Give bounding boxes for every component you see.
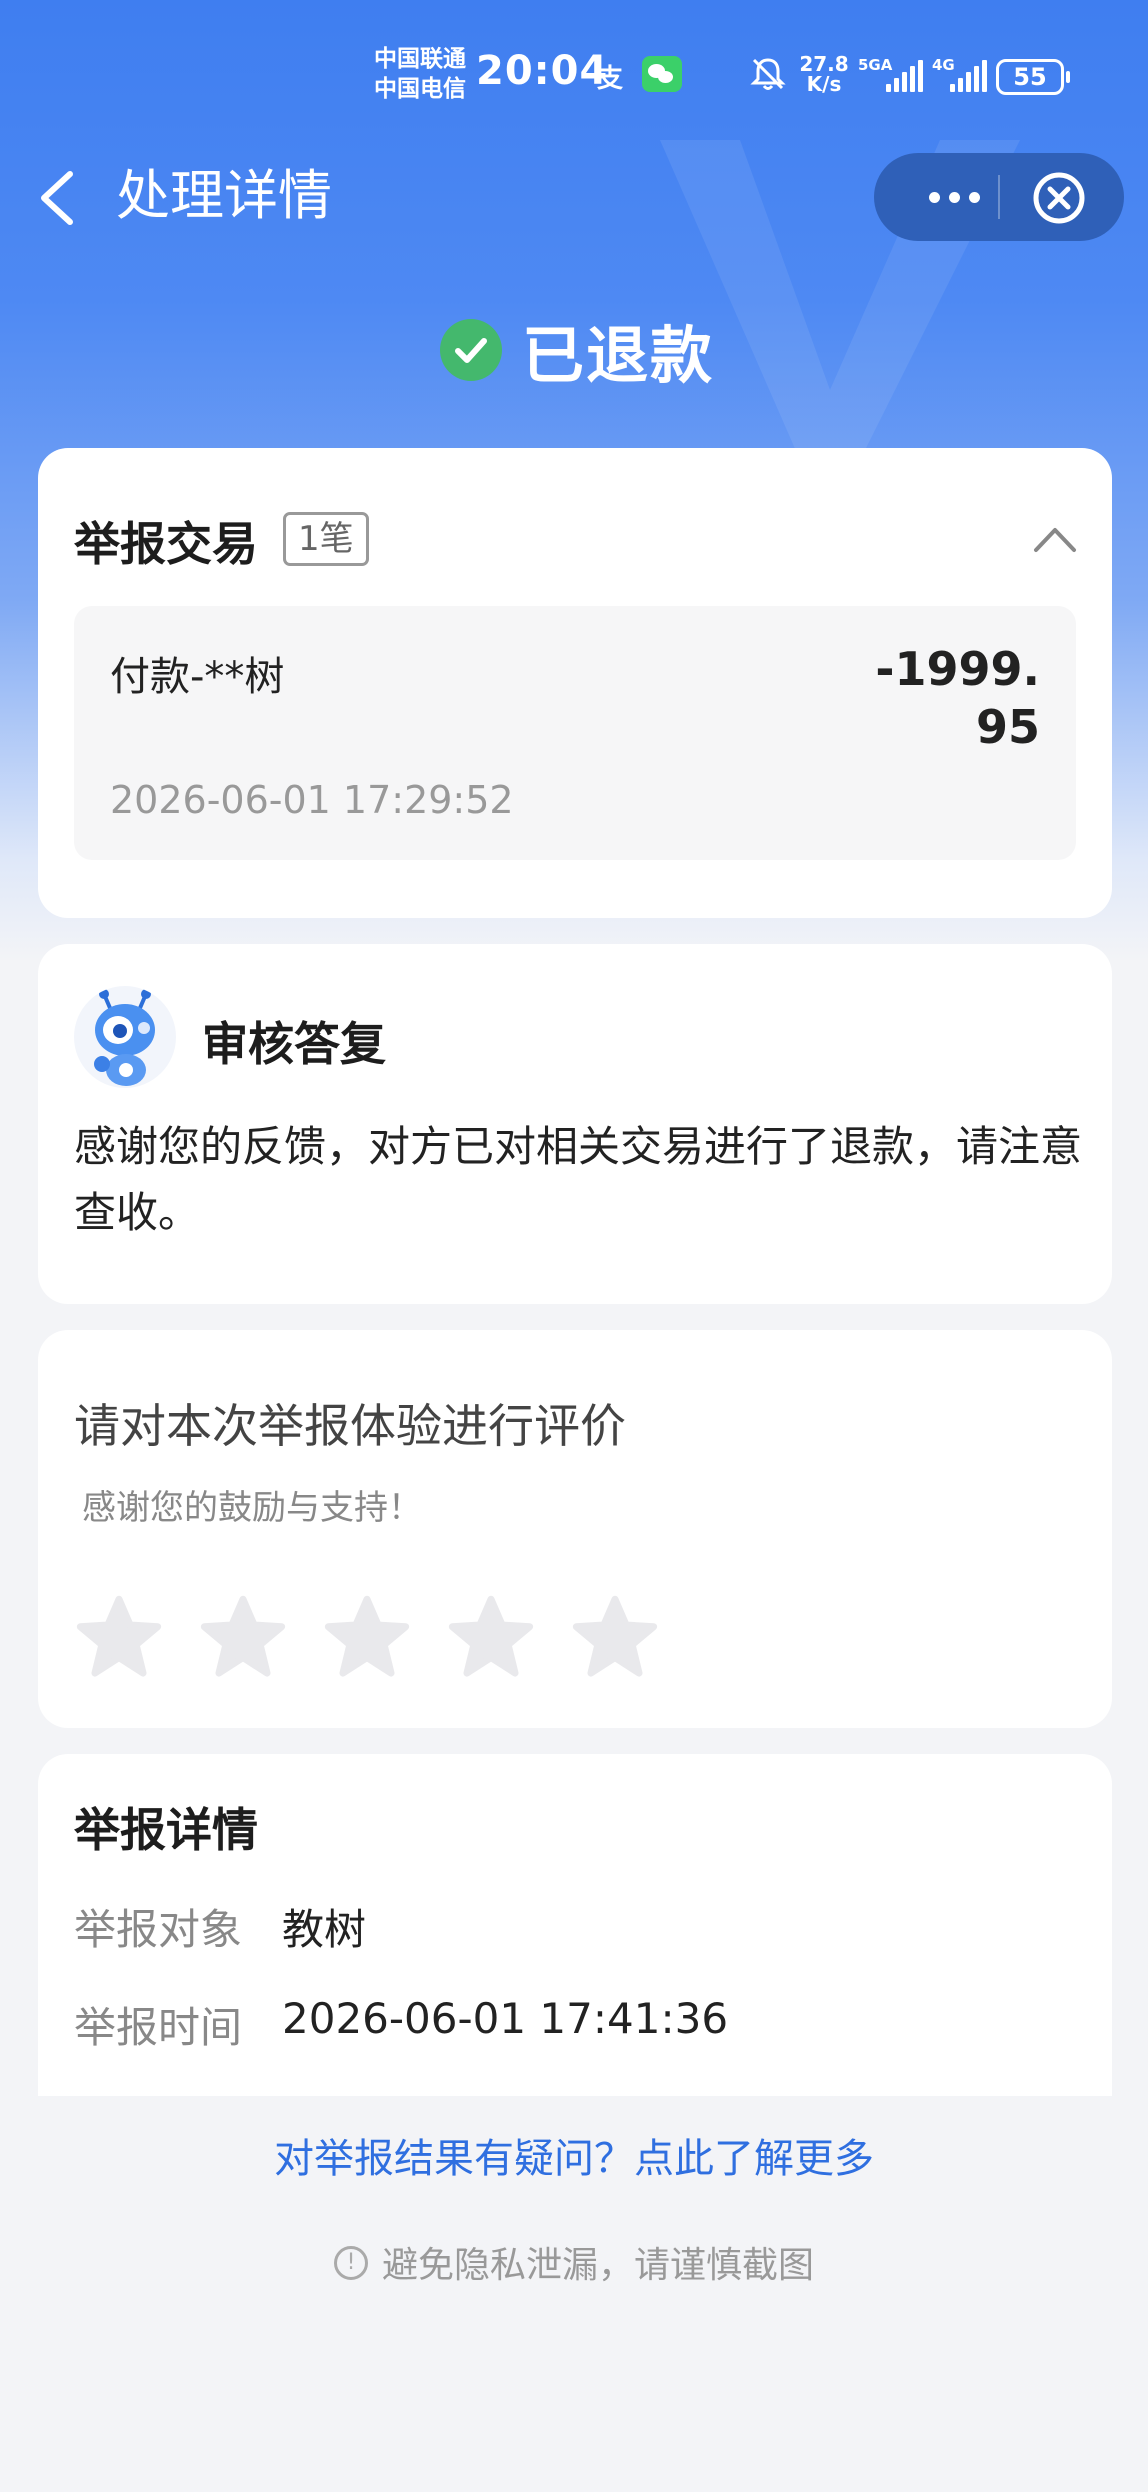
star-icon[interactable] bbox=[76, 1594, 162, 1680]
net-speed-unit: K/s bbox=[806, 72, 842, 96]
rating-subtitle: 感谢您的鼓励与支持！ bbox=[82, 1488, 422, 1528]
transaction-card: 举报交易 1笔 付款-**树 -1999.95 2026-06-01 17:29… bbox=[38, 448, 1112, 918]
footer: 对举报结果有疑问？点此了解更多 ! 避免隐私泄漏，请谨慎截图 bbox=[0, 2096, 1148, 2492]
transaction-card-title: 举报交易 bbox=[74, 517, 258, 571]
details-card: 举报详情 举报对象 教树 举报时间 2026-06-01 17:41:36 bbox=[38, 1754, 1112, 2154]
rating-title: 请对本次举报体验进行评价 bbox=[74, 1399, 626, 1453]
status-bar: 中国联通 中国电信 20:04 支 27.8 K/s 5GA 4G 55 bbox=[0, 44, 1148, 114]
transaction-time: 2026-06-01 17:29:52 bbox=[110, 778, 514, 822]
review-card-title: 审核答复 bbox=[202, 1017, 386, 1071]
transaction-item[interactable]: 付款-**树 -1999.95 2026-06-01 17:29:52 bbox=[74, 606, 1076, 860]
details-card-title: 举报详情 bbox=[74, 1803, 258, 1857]
info-icon: ! bbox=[333, 2246, 368, 2280]
star-icon[interactable] bbox=[572, 1594, 658, 1680]
review-message: 感谢您的反馈，对方已对相关交易进行了退款，请注意查收。 bbox=[74, 1122, 1083, 1237]
page-title: 处理详情 bbox=[116, 164, 332, 227]
net-speed-value: 27.8 bbox=[799, 52, 849, 76]
privacy-note: ! 避免隐私泄漏，请谨慎截图 bbox=[0, 2236, 1148, 2288]
detail-label-target: 举报对象 bbox=[74, 1905, 243, 1954]
clock: 20:04 bbox=[476, 48, 609, 94]
close-circle-icon[interactable] bbox=[1032, 171, 1086, 225]
detail-label-time: 举报时间 bbox=[74, 2003, 243, 2052]
transaction-name: 付款-**树 bbox=[110, 654, 285, 700]
carrier-1: 中国联通 bbox=[374, 46, 466, 72]
wechat-icon bbox=[642, 56, 682, 92]
chevron-left-icon[interactable] bbox=[34, 168, 80, 228]
robot-avatar bbox=[74, 986, 176, 1088]
chevron-up-icon[interactable] bbox=[1032, 524, 1078, 554]
battery-icon: 55 bbox=[996, 59, 1070, 95]
transaction-amount: -1999.95 bbox=[875, 642, 1040, 754]
privacy-text: 避免隐私泄漏，请谨慎截图 bbox=[381, 2245, 814, 2286]
carrier-info: 中国联通 中国电信 bbox=[374, 44, 466, 104]
carrier-2: 中国电信 bbox=[374, 76, 466, 102]
review-card: 审核答复 感谢您的反馈，对方已对相关交易进行了退款，请注意查收。 bbox=[38, 944, 1112, 1304]
star-icon[interactable] bbox=[324, 1594, 410, 1680]
signal-icon bbox=[886, 60, 923, 92]
net-speed: 27.8 K/s bbox=[797, 54, 851, 94]
count-badge: 1笔 bbox=[283, 512, 369, 566]
status-heading: 已退款 bbox=[440, 310, 714, 392]
detail-value-time: 2026-06-01 17:41:36 bbox=[282, 1994, 729, 2043]
mute-bell-icon bbox=[750, 58, 786, 90]
capsule-divider bbox=[998, 175, 1000, 219]
check-circle-icon bbox=[440, 319, 502, 381]
star-rating[interactable] bbox=[76, 1594, 658, 1680]
more-dots-icon[interactable] bbox=[914, 177, 994, 217]
alipay-icon: 支 bbox=[597, 64, 624, 94]
status-text: 已退款 bbox=[522, 319, 715, 392]
star-icon[interactable] bbox=[448, 1594, 534, 1680]
signal-icon-2 bbox=[950, 60, 987, 92]
detail-value-target: 教树 bbox=[282, 1905, 367, 1954]
rating-card: 请对本次举报体验进行评价 感谢您的鼓励与支持！ bbox=[38, 1330, 1112, 1728]
star-icon[interactable] bbox=[200, 1594, 286, 1680]
faq-link[interactable]: 对举报结果有疑问？点此了解更多 bbox=[0, 2126, 1148, 2184]
mini-program-capsule bbox=[874, 153, 1124, 241]
